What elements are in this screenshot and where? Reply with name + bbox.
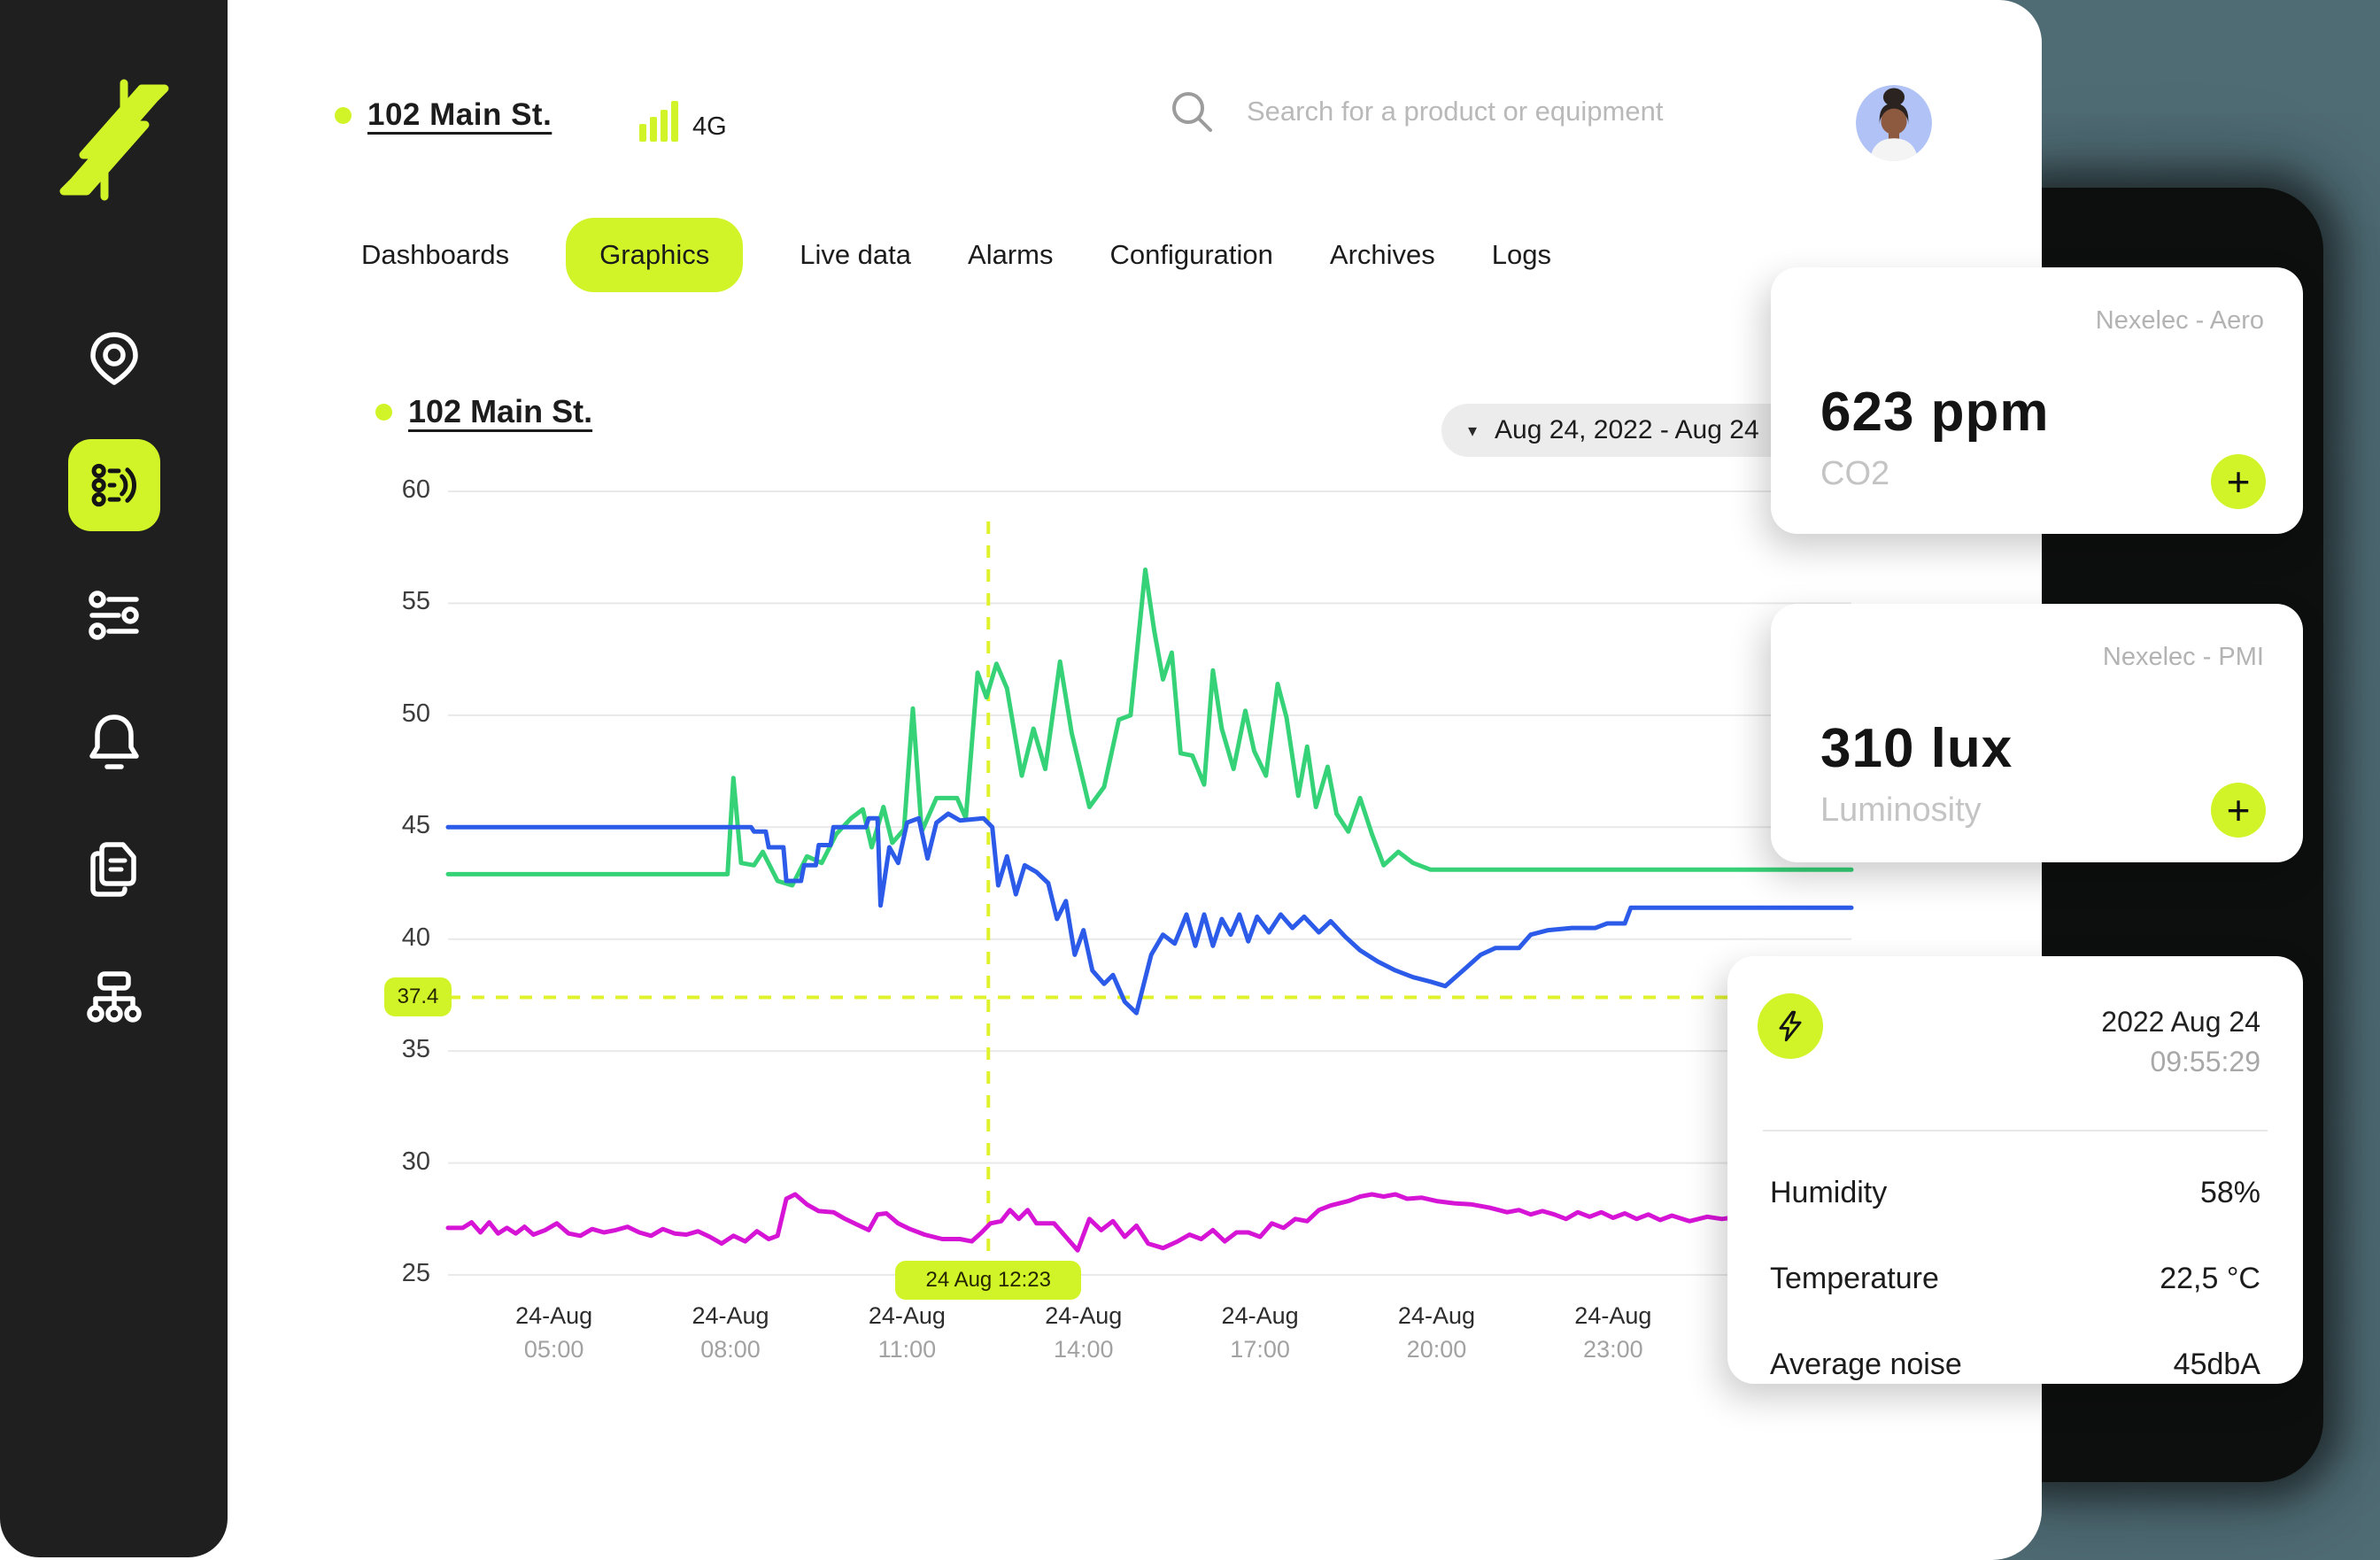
search-bar[interactable]: Search for a product or equipment <box>1169 89 1842 135</box>
snapshot-row-temperature: Temperature 22,5 °C <box>1770 1262 2260 1296</box>
chart-header: 102 Main St. <box>375 393 592 430</box>
tab-alarms[interactable]: Alarms <box>968 218 1053 292</box>
tab-graphics[interactable]: Graphics <box>566 218 743 292</box>
row-value: 22,5 °C <box>2160 1262 2260 1296</box>
bolt-badge <box>1758 993 1823 1059</box>
signal-bars-icon <box>639 96 682 142</box>
timeseries-chart[interactable] <box>448 486 1851 1280</box>
sidebar-item-locations[interactable] <box>86 329 143 388</box>
x-tick-label: 24-Aug05:00 <box>457 1300 652 1367</box>
x-tick-label: 24-Aug11:00 <box>809 1300 1004 1367</box>
search-placeholder[interactable]: Search for a product or equipment <box>1247 96 1663 127</box>
chart-title[interactable]: 102 Main St. <box>408 393 592 430</box>
sensor-source-label: Nexelec - Aero <box>2096 306 2264 336</box>
y-tick-label: 60 <box>324 475 430 505</box>
date-range-value: Aug 24, 2022 - Aug 24 <box>1495 415 1759 445</box>
row-label: Temperature <box>1770 1262 1939 1296</box>
row-label: Humidity <box>1770 1176 1887 1210</box>
y-tick-label: 30 <box>324 1147 430 1177</box>
lightning-icon <box>1773 1009 1807 1043</box>
tab-live-data[interactable]: Live data <box>800 218 911 292</box>
metric-value: 623 ppm <box>1820 381 2050 444</box>
tab-logs[interactable]: Logs <box>1492 218 1551 292</box>
sensor-list-icon <box>87 458 142 513</box>
tab-dashboards[interactable]: Dashboards <box>361 218 509 292</box>
brand-logo-bolt-icon[interactable] <box>56 78 173 202</box>
main-nav: Dashboards Graphics Live data Alarms Con… <box>361 216 1551 294</box>
sidebar-item-sensors-active[interactable] <box>68 439 160 531</box>
chart-status-dot <box>375 404 392 421</box>
y-tick-label: 25 <box>324 1259 430 1288</box>
snapshot-card: 2022 Aug 24 09:55:29 Humidity 58% Temper… <box>1727 956 2303 1384</box>
add-metric-button[interactable]: + <box>2211 783 2266 838</box>
sidebar-item-network-sitemap[interactable] <box>85 969 143 1025</box>
station-name[interactable]: 102 Main St. <box>367 97 552 133</box>
chevron-down-icon: ▾ <box>1468 420 1477 442</box>
metric-value: 310 lux <box>1820 717 2013 780</box>
snapshot-row-humidity: Humidity 58% <box>1770 1176 2260 1210</box>
network-type-label: 4G <box>692 112 727 142</box>
app-root: 102 Main St. 4G Search for a product or … <box>0 0 2380 1560</box>
sidebar-item-logs-documents[interactable] <box>86 838 143 901</box>
metric-name: Luminosity <box>1820 792 1982 830</box>
network-status: 4G <box>639 96 727 142</box>
y-tick-label: 40 <box>324 923 430 953</box>
snapshot-time: 09:55:29 <box>2101 1042 2260 1082</box>
tab-archives[interactable]: Archives <box>1330 218 1435 292</box>
y-tick-label: 55 <box>324 587 430 616</box>
snapshot-timestamp: 2022 Aug 24 09:55:29 <box>2101 1002 2260 1082</box>
avatar[interactable] <box>1856 85 1932 161</box>
station-header[interactable]: 102 Main St. <box>335 97 552 133</box>
x-tick-label: 24-Aug14:00 <box>986 1300 1181 1367</box>
row-value: 45dbA <box>2174 1348 2260 1382</box>
sidebar-item-settings-sliders[interactable] <box>87 588 142 643</box>
x-tick-label: 24-Aug23:00 <box>1516 1300 1711 1367</box>
snapshot-rows: Humidity 58% Temperature 22,5 °C Average… <box>1770 1176 2260 1433</box>
x-tick-label: 24-Aug08:00 <box>633 1300 828 1367</box>
y-tick-label: 35 <box>324 1035 430 1064</box>
x-tick-label: 24-Aug20:00 <box>1339 1300 1534 1367</box>
add-metric-button[interactable]: + <box>2211 454 2266 509</box>
tab-configuration[interactable]: Configuration <box>1109 218 1272 292</box>
sensor-source-label: Nexelec - PMI <box>2103 643 2264 672</box>
sidebar-item-alarms-bell[interactable] <box>86 712 143 774</box>
crosshair-value-pill: 37.4 <box>384 977 452 1016</box>
metric-card-co2: Nexelec - Aero 623 ppm CO2 + <box>1771 267 2303 534</box>
x-tick-label: 24-Aug17:00 <box>1163 1300 1357 1367</box>
snapshot-date: 2022 Aug 24 <box>2101 1002 2260 1042</box>
crosshair-time-pill: 24 Aug 12:23 <box>895 1261 1081 1300</box>
station-status-dot <box>335 107 352 124</box>
snapshot-row-noise: Average noise 45dbA <box>1770 1348 2260 1382</box>
divider <box>1763 1130 2268 1131</box>
avatar-image <box>1856 85 1932 161</box>
y-tick-label: 50 <box>324 699 430 729</box>
row-label: Average noise <box>1770 1348 1962 1382</box>
metric-name: CO2 <box>1820 455 1889 493</box>
search-icon <box>1169 89 1215 135</box>
metric-card-luminosity: Nexelec - PMI 310 lux Luminosity + <box>1771 604 2303 862</box>
y-tick-label: 45 <box>324 811 430 840</box>
sidebar <box>0 0 228 1557</box>
row-value: 58% <box>2200 1176 2260 1210</box>
